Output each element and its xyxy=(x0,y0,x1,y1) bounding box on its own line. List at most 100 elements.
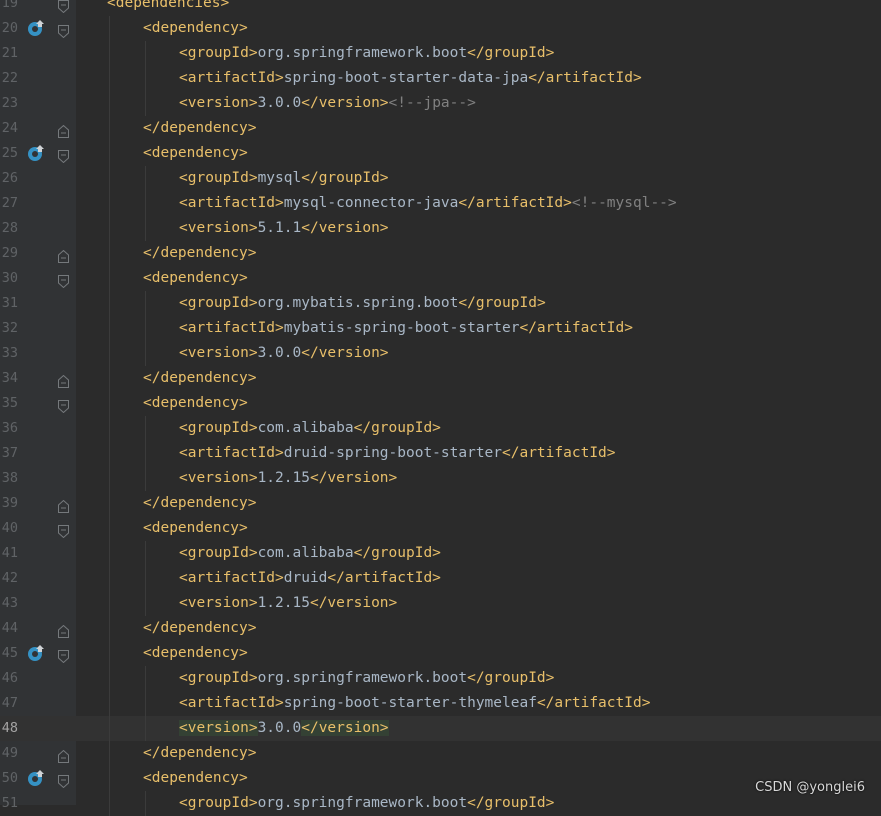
code-line[interactable]: 34 </dependency> xyxy=(0,366,881,391)
code-line[interactable]: 38 <version>1.2.15</version> xyxy=(0,466,881,491)
indent-guide xyxy=(109,766,110,791)
xml-tag: </groupId> xyxy=(353,420,441,436)
code-line[interactable]: 33 <version>3.0.0</version> xyxy=(0,341,881,366)
code-line[interactable]: 19 <dependencies> xyxy=(0,0,881,16)
indent-guide xyxy=(145,791,146,816)
xml-tag: <groupId> xyxy=(179,45,258,61)
fold-collapse-icon[interactable] xyxy=(58,522,69,539)
code-line[interactable]: 29 </dependency> xyxy=(0,241,881,266)
code-line[interactable]: 28 <version>5.1.1</version> xyxy=(0,216,881,241)
fold-collapse-icon[interactable] xyxy=(58,272,69,289)
code-line[interactable]: 27 <artifactId>mysql-connector-java</arti… xyxy=(0,191,881,216)
xml-comment: <!--mysql--> xyxy=(571,195,677,211)
code-line[interactable]: 21 <groupId>org.springframework.boot</gro… xyxy=(0,41,881,66)
maven-dependency-icon[interactable] xyxy=(27,769,45,787)
indent-guide xyxy=(109,116,110,141)
code-line[interactable]: 25 <dependency> xyxy=(0,141,881,166)
code-content: <artifactId>druid</artifactId> xyxy=(179,566,441,591)
code-content: <groupId>com.alibaba</groupId> xyxy=(179,416,441,441)
code-content: <version>1.2.15</version> xyxy=(179,466,397,491)
indent-guide xyxy=(109,341,110,366)
code-content: <version>3.0.0</version><!--jpa--> xyxy=(179,91,476,116)
maven-dependency-icon[interactable] xyxy=(27,19,45,37)
code-line[interactable]: 22 <artifactId>spring-boot-starter-data-j… xyxy=(0,66,881,91)
code-content: <groupId>org.mybatis.spring.boot</groupI… xyxy=(179,291,546,316)
indent-guide xyxy=(145,441,146,466)
indent-guide xyxy=(145,291,146,316)
fold-collapse-icon[interactable] xyxy=(58,772,69,789)
fold-end-icon[interactable] xyxy=(58,122,69,138)
xml-tag: </artifactId> xyxy=(458,195,572,211)
indent-guide xyxy=(109,191,110,216)
fold-end-icon[interactable] xyxy=(58,747,69,763)
code-line[interactable]: 47 <artifactId>spring-boot-starter-thymel… xyxy=(0,691,881,716)
indent-guide xyxy=(145,691,146,716)
xml-tag: </groupId> xyxy=(467,45,555,61)
xml-tag: </groupId> xyxy=(353,545,441,561)
code-line[interactable]: 26 <groupId>mysql</groupId> xyxy=(0,166,881,191)
code-line[interactable]: 23 <version>3.0.0</version><!--jpa--> xyxy=(0,91,881,116)
fold-collapse-icon[interactable] xyxy=(58,397,69,414)
xml-text: 3.0.0 xyxy=(257,345,302,361)
fold-end-icon[interactable] xyxy=(58,372,69,388)
line-number: 22 xyxy=(1,70,18,86)
fold-collapse-icon[interactable] xyxy=(58,22,69,39)
indent-guide xyxy=(145,166,146,191)
code-content: </dependency> xyxy=(143,241,257,266)
xml-tag: <dependency> xyxy=(143,520,248,536)
code-line[interactable]: 31 <groupId>org.mybatis.spring.boot</grou… xyxy=(0,291,881,316)
indent-guide xyxy=(145,316,146,341)
code-line[interactable]: 44 </dependency> xyxy=(0,616,881,641)
xml-comment: <!--jpa--> xyxy=(388,95,476,111)
indent-guide xyxy=(109,316,110,341)
code-line[interactable]: 43 <version>1.2.15</version> xyxy=(0,591,881,616)
code-line[interactable]: 32 <artifactId>mybatis-spring-boot-starte… xyxy=(0,316,881,341)
matched-tag-highlight: </version> xyxy=(301,720,389,736)
fold-end-icon[interactable] xyxy=(58,247,69,263)
line-number: 48 xyxy=(1,720,18,736)
code-line[interactable]: 51 <groupId>org.springframework.boot</gro… xyxy=(0,791,881,816)
xml-text: com.alibaba xyxy=(257,545,354,561)
xml-tag: <dependencies> xyxy=(107,0,230,11)
fold-collapse-icon[interactable] xyxy=(58,147,69,164)
code-line[interactable]: 42 <artifactId>druid</artifactId> xyxy=(0,566,881,591)
indent-guide xyxy=(109,741,110,766)
code-line[interactable]: 20 <dependency> xyxy=(0,16,881,41)
line-number: 46 xyxy=(1,670,18,686)
fold-end-icon[interactable] xyxy=(58,622,69,638)
code-content: <groupId>mysql</groupId> xyxy=(179,166,389,191)
code-editor[interactable]: 19 <dependencies> 20 <dependency> 21 <groupId… xyxy=(0,0,881,816)
code-content: <groupId>org.springframework.boot</group… xyxy=(179,791,554,816)
code-line[interactable]: 41 <groupId>com.alibaba</groupId> xyxy=(0,541,881,566)
fold-collapse-icon[interactable] xyxy=(58,647,69,664)
code-line[interactable]: 30 <dependency> xyxy=(0,266,881,291)
xml-tag: </dependency> xyxy=(143,620,257,636)
code-line[interactable]: 46 <groupId>org.springframework.boot</gro… xyxy=(0,666,881,691)
maven-dependency-icon[interactable] xyxy=(27,144,45,162)
line-number: 49 xyxy=(1,745,18,761)
xml-text: 1.2.15 xyxy=(257,470,310,486)
code-line[interactable]: 48 <version>3.0.0</version> xyxy=(0,716,881,741)
line-number: 33 xyxy=(1,345,18,361)
code-line[interactable]: 35 <dependency> xyxy=(0,391,881,416)
xml-tag: <groupId> xyxy=(179,170,258,186)
indent-guide xyxy=(109,666,110,691)
code-content: </dependency> xyxy=(143,491,257,516)
xml-text: org.springframework.boot xyxy=(257,45,468,61)
code-line[interactable]: 50 <dependency> xyxy=(0,766,881,791)
code-line[interactable]: 36 <groupId>com.alibaba</groupId> xyxy=(0,416,881,441)
indent-guide xyxy=(145,541,146,566)
fold-end-icon[interactable] xyxy=(58,497,69,513)
code-line[interactable]: 40 <dependency> xyxy=(0,516,881,541)
code-line[interactable]: 45 <dependency> xyxy=(0,641,881,666)
code-line[interactable]: 37 <artifactId>druid-spring-boot-starter<… xyxy=(0,441,881,466)
fold-collapse-icon[interactable] xyxy=(58,0,69,14)
line-number: 39 xyxy=(1,495,18,511)
code-line[interactable]: 24 </dependency> xyxy=(0,116,881,141)
code-line[interactable]: 49 </dependency> xyxy=(0,741,881,766)
code-content: <version>5.1.1</version> xyxy=(179,216,389,241)
code-line[interactable]: 39 </dependency> xyxy=(0,491,881,516)
code-content: <dependency> xyxy=(143,16,248,41)
indent-guide xyxy=(109,616,110,641)
maven-dependency-icon[interactable] xyxy=(27,644,45,662)
